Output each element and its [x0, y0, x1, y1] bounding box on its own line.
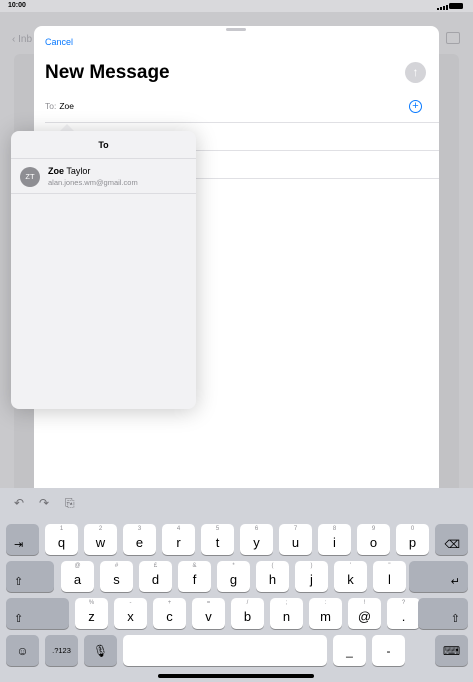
key-o[interactable]: 9o — [357, 524, 390, 555]
key-z[interactable]: % z — [75, 598, 108, 629]
status-time: 10:00 — [8, 2, 26, 9]
key-i[interactable]: 8i — [318, 524, 351, 555]
key-k[interactable]: ' k — [334, 561, 367, 592]
caps-lock-icon: ⇧ — [14, 576, 24, 588]
key-y[interactable]: 6y — [240, 524, 273, 555]
caps-lock-key[interactable]: ⇧ — [6, 561, 54, 592]
key-m[interactable]: :m — [309, 598, 342, 629]
key-q[interactable]: 1q — [45, 524, 78, 555]
keyboard-dismiss-icon: ⌨ — [442, 644, 461, 658]
to-label: To: — [45, 101, 57, 111]
contact-email: alan.jones.wm@gmail.com — [48, 178, 138, 187]
add-contact-button[interactable]: + — [409, 100, 422, 113]
return-icon: ↵ — [450, 576, 460, 588]
home-indicator — [158, 674, 314, 678]
key-a[interactable]: @ a — [61, 561, 94, 592]
delete-key[interactable]: ⌫ — [435, 524, 468, 555]
key-dash[interactable]: - — [372, 635, 405, 666]
back-button: ‹ Inb — [12, 34, 33, 45]
plus-circle-icon: + — [412, 100, 419, 112]
suggestions-title: To — [11, 131, 196, 159]
cc-field-divider — [196, 150, 439, 151]
delete-icon: ⌫ — [444, 539, 460, 551]
space-key[interactable] — [123, 635, 327, 666]
redo-icon[interactable]: ↷ — [39, 496, 49, 510]
signal-icon — [437, 3, 449, 10]
key-period[interactable]: ?. — [387, 598, 420, 629]
undo-icon[interactable]: ↶ — [14, 496, 24, 510]
status-bar: 10:00 — [0, 0, 473, 12]
key-c[interactable]: + c — [153, 598, 186, 629]
compose-icon — [446, 32, 460, 44]
key-underscore[interactable]: _ — [333, 635, 366, 666]
suggestion-item[interactable]: ZT Zoe Taylor alan.jones.wm@gmail.com — [11, 159, 196, 194]
numbers-key[interactable]: .?123 — [45, 635, 78, 666]
cancel-button[interactable]: Cancel — [45, 37, 73, 47]
shift-icon: ⇧ — [450, 613, 460, 625]
key-d[interactable]: £ d — [139, 561, 172, 592]
key-e[interactable]: 3e — [123, 524, 156, 555]
recipient-suggestions: To ZT Zoe Taylor alan.jones.wm@gmail.com — [11, 131, 196, 409]
tab-key[interactable]: ⇥ — [6, 524, 39, 555]
contact-name: Zoe Taylor — [48, 166, 91, 176]
key-at[interactable]: ! @ — [348, 598, 381, 629]
dictation-key[interactable]: 🎙 — [84, 635, 117, 666]
key-l[interactable]: " l — [373, 561, 406, 592]
paste-icon[interactable]: ⎘ — [65, 496, 75, 511]
key-f[interactable]: & f — [178, 561, 211, 592]
send-button[interactable]: ↑ — [405, 62, 426, 83]
avatar: ZT — [20, 167, 40, 187]
to-input[interactable]: Zoe — [59, 101, 74, 111]
microphone-icon: 🎙 — [92, 644, 109, 658]
to-field[interactable]: To: Zoe + — [45, 100, 439, 123]
popover-arrow — [60, 124, 74, 131]
keyboard-toolbar: ↶ ↷ ⎘ — [0, 488, 473, 518]
return-key[interactable]: ↵ — [409, 561, 468, 592]
key-v[interactable]: = v — [192, 598, 225, 629]
key-w[interactable]: 2w — [84, 524, 117, 555]
key-t[interactable]: 5t — [201, 524, 234, 555]
key-p[interactable]: 0p — [396, 524, 429, 555]
subject-field-divider — [196, 178, 439, 179]
shift-icon: ⇧ — [14, 613, 24, 625]
tab-icon: ⇥ — [14, 539, 24, 551]
key-g[interactable]: * g — [217, 561, 250, 592]
sheet-grabber[interactable] — [226, 28, 246, 31]
shift-left-key[interactable]: ⇧ — [6, 598, 69, 629]
page-title: New Message — [45, 62, 170, 83]
key-r[interactable]: 4r — [162, 524, 195, 555]
key-j[interactable]: ) j — [295, 561, 328, 592]
emoji-key[interactable]: ☺ — [6, 635, 39, 666]
key-h[interactable]: (h — [256, 561, 289, 592]
key-s[interactable]: # s — [100, 561, 133, 592]
numbers-label: .?123 — [52, 646, 71, 655]
key-u[interactable]: 7u — [279, 524, 312, 555]
key-b[interactable]: / b — [231, 598, 264, 629]
emoji-icon: ☺ — [16, 644, 29, 658]
shift-right-key[interactable]: ⇧ — [418, 598, 468, 629]
battery-icon — [449, 3, 463, 9]
key-x[interactable]: -x — [114, 598, 147, 629]
arrow-up-icon: ↑ — [412, 65, 419, 79]
dismiss-keyboard-key[interactable]: ⌨ — [435, 635, 468, 666]
key-n[interactable]: ; n — [270, 598, 303, 629]
